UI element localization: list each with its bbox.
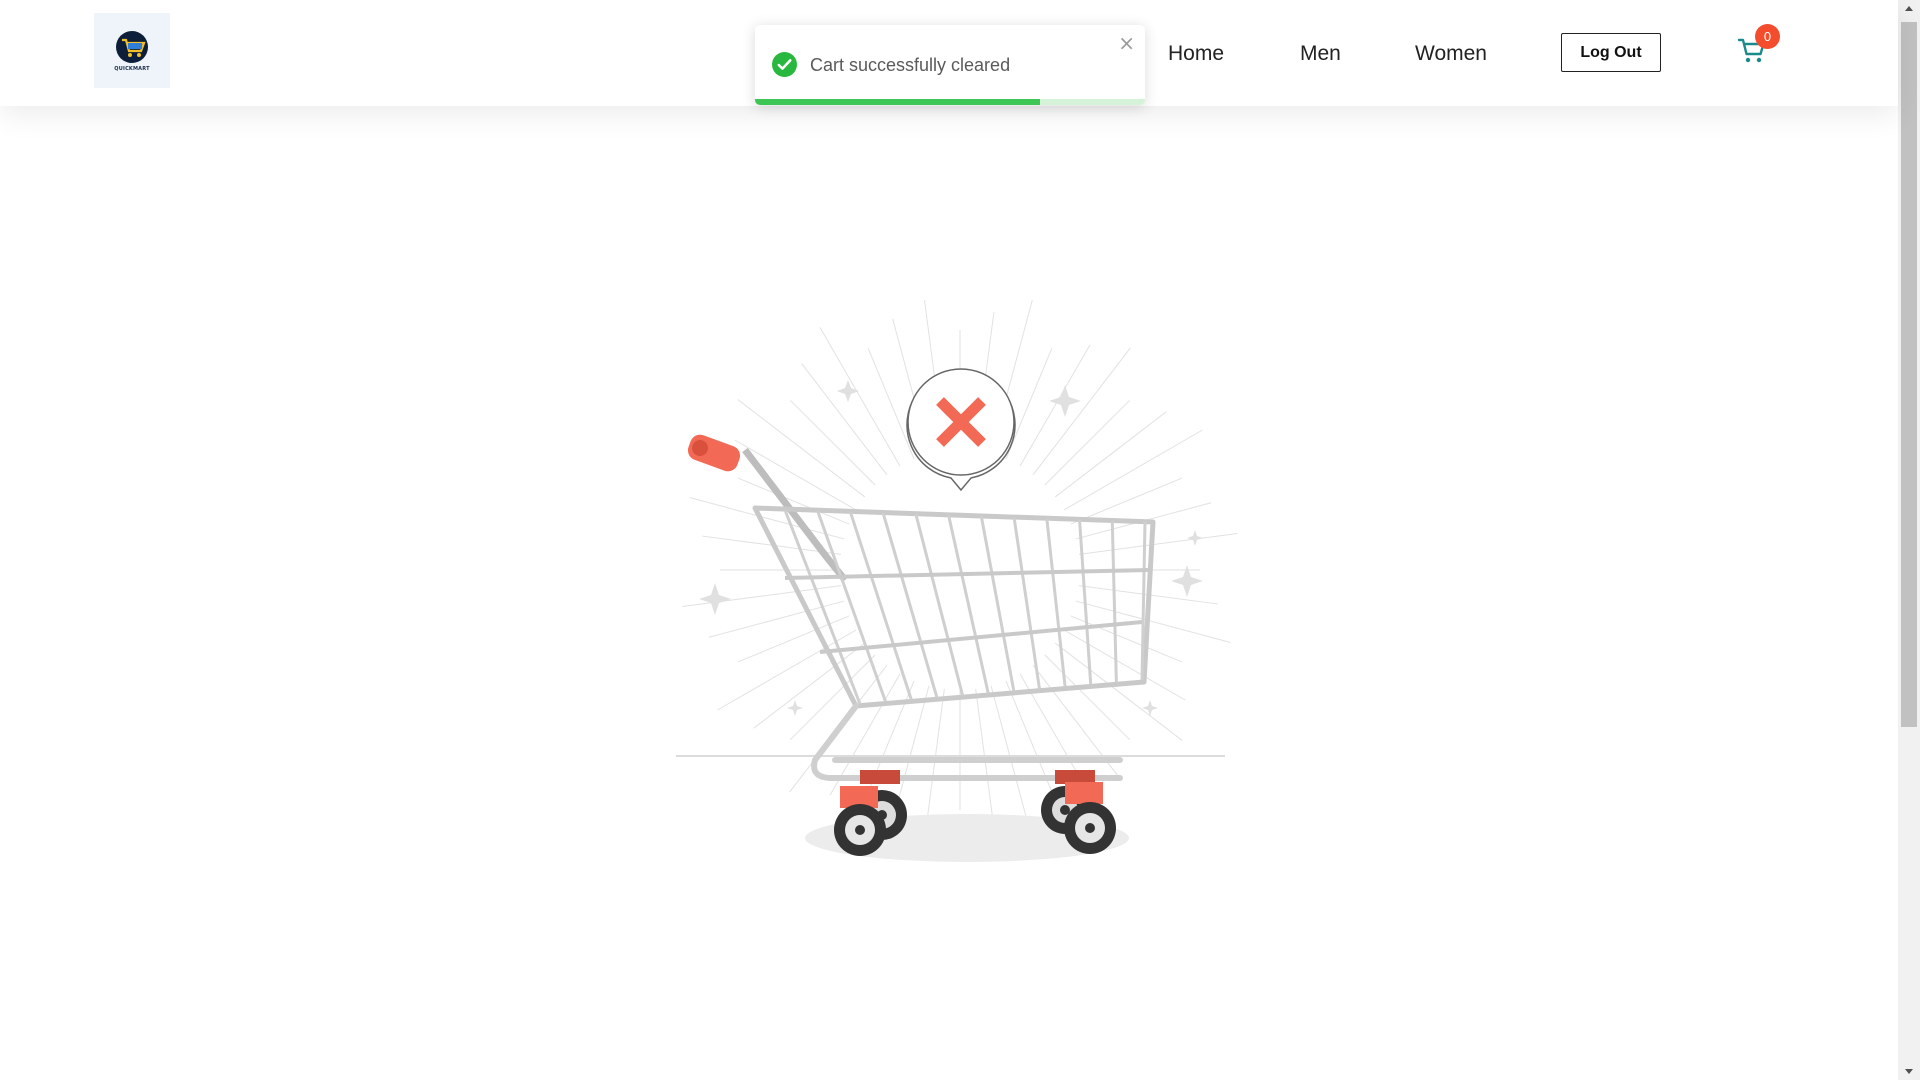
- close-icon[interactable]: ×: [1118, 33, 1135, 53]
- site-logo[interactable]: QUICKMART: [94, 13, 170, 88]
- logo-text: QUICKMART: [114, 65, 150, 72]
- cart-logo-icon: [116, 30, 148, 63]
- scroll-down-arrow-icon[interactable]: [1898, 1062, 1920, 1080]
- vertical-scrollbar[interactable]: [1898, 0, 1920, 1080]
- check-circle-icon: [772, 52, 797, 77]
- empty-cart-illustration: [676, 300, 1238, 862]
- cart-button[interactable]: 0: [1733, 24, 1780, 70]
- scroll-up-arrow-icon[interactable]: [1898, 0, 1920, 18]
- page: QUICKMART Home Men Women Log Out 0 Cart …: [0, 0, 1920, 1080]
- nav-home[interactable]: Home: [1168, 42, 1224, 66]
- toast-message: Cart successfully cleared: [810, 55, 1011, 75]
- logout-button[interactable]: Log Out: [1561, 33, 1661, 72]
- error-bubble-icon: [906, 368, 1016, 492]
- scrollbar-thumb[interactable]: [1901, 22, 1917, 727]
- nav-women[interactable]: Women: [1415, 42, 1487, 66]
- toast-notification: Cart successfully cleared ×: [755, 25, 1145, 105]
- toast-progress-bar: [755, 99, 1040, 105]
- nav-men[interactable]: Men: [1300, 42, 1341, 66]
- toast-progress-track: [755, 99, 1145, 105]
- cart-count-badge: 0: [1755, 24, 1780, 49]
